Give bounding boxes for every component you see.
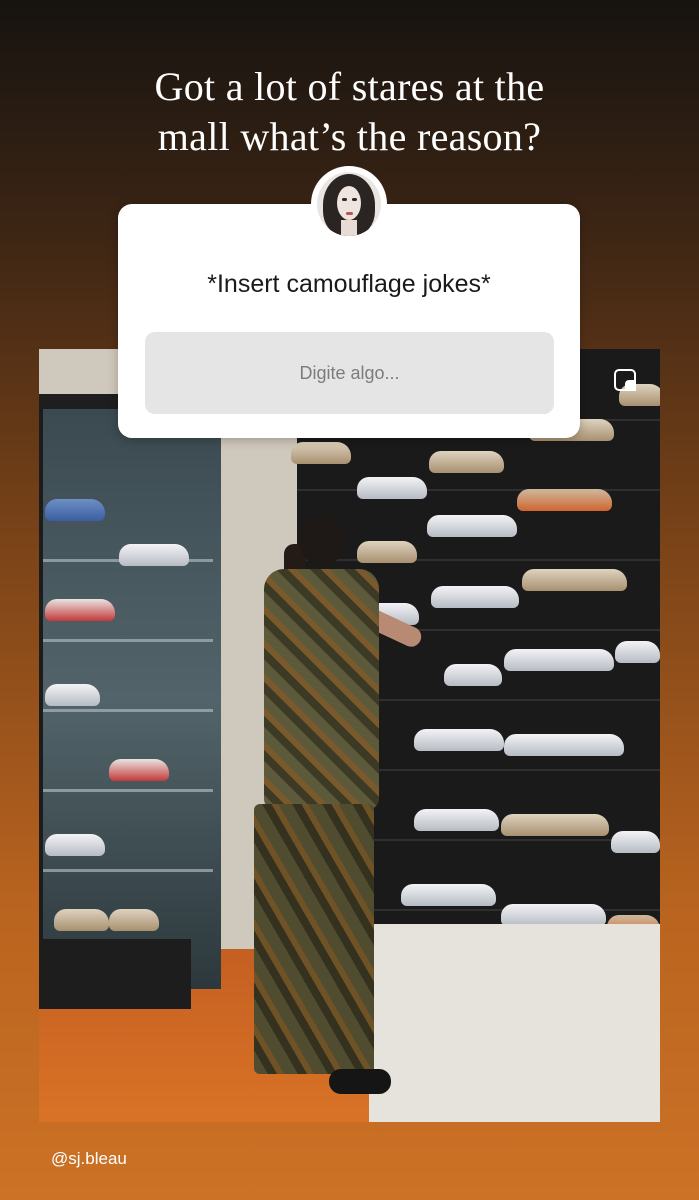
caption-line-2: mall what’s the reason? bbox=[157, 114, 542, 159]
sneaker bbox=[109, 759, 169, 781]
caption-line-1: Got a lot of stares at the bbox=[154, 64, 545, 109]
sneaker bbox=[54, 909, 109, 931]
camo-pants bbox=[254, 804, 374, 1074]
sneaker bbox=[444, 664, 502, 686]
person-in-camouflage bbox=[244, 514, 425, 1094]
story-photo bbox=[39, 349, 660, 1122]
question-text: *Insert camouflage jokes* bbox=[207, 270, 491, 298]
sneaker bbox=[357, 477, 427, 499]
sneaker bbox=[119, 544, 189, 566]
sneaker bbox=[615, 641, 660, 663]
sneaker bbox=[501, 814, 609, 836]
story-caption: Got a lot of stares at the mall what’s t… bbox=[40, 62, 659, 162]
cabinet-shelf bbox=[43, 789, 213, 792]
sneaker bbox=[45, 599, 115, 621]
cabinet-shelf bbox=[43, 709, 213, 712]
cabinet-shelf bbox=[43, 639, 213, 642]
sneaker bbox=[431, 586, 519, 608]
sneaker bbox=[401, 884, 496, 906]
avatar-photo bbox=[317, 172, 381, 236]
sneaker bbox=[517, 489, 612, 511]
sneaker bbox=[45, 499, 105, 521]
answer-input[interactable]: Digite algo... bbox=[145, 332, 554, 414]
wall-baseboard bbox=[369, 924, 660, 1122]
sneaker bbox=[291, 442, 351, 464]
sneaker bbox=[611, 831, 660, 853]
avatar-eye bbox=[352, 198, 357, 201]
person-head bbox=[299, 514, 345, 566]
sneaker bbox=[45, 834, 105, 856]
sneaker bbox=[45, 684, 100, 706]
sneaker bbox=[501, 904, 606, 926]
sneaker bbox=[522, 569, 627, 591]
person-shoe bbox=[329, 1069, 391, 1094]
sneaker bbox=[429, 451, 504, 473]
sneaker bbox=[427, 515, 517, 537]
sneaker bbox=[504, 649, 614, 671]
avatar-eye bbox=[342, 198, 347, 201]
sneaker bbox=[414, 809, 499, 831]
username-handle[interactable]: @sj.bleau bbox=[51, 1149, 127, 1169]
avatar-lips bbox=[346, 212, 353, 215]
sneaker bbox=[414, 729, 504, 751]
avatar-neck bbox=[341, 220, 357, 236]
camo-vest bbox=[264, 569, 379, 809]
cabinet-shelf bbox=[43, 869, 213, 872]
sneaker bbox=[109, 909, 159, 931]
cabinet-base bbox=[39, 939, 191, 1009]
sticker-icon[interactable] bbox=[614, 369, 636, 391]
avatar bbox=[311, 166, 387, 242]
sneaker bbox=[504, 734, 624, 756]
